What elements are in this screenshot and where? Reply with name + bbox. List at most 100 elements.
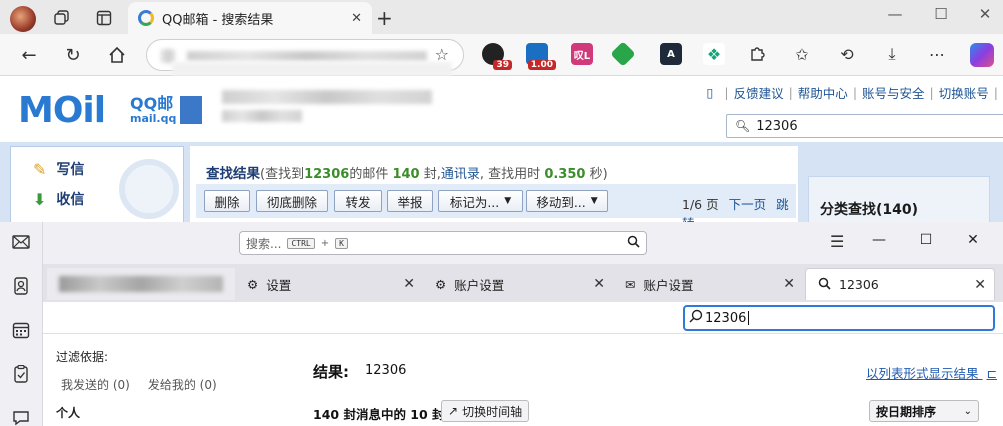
close-window-icon[interactable]: ✕ [974, 5, 996, 23]
result-text: , 查找用时 [479, 167, 541, 182]
close-window-icon[interactable]: ✕ [964, 232, 982, 248]
compose-button[interactable]: ✎ 写信 [33, 159, 84, 179]
feedback-link[interactable]: 反馈建议 [734, 83, 784, 102]
tab-settings[interactable]: ⚙ 设置 ✕ [235, 268, 423, 300]
qqmail-toplinks: ▯ | 反馈建议 | 帮助中心 | 账号与安全 | 切换账号 | [706, 83, 998, 102]
calendar-icon[interactable] [11, 320, 31, 340]
extension-2-badge: 1.00 [527, 60, 556, 70]
help-center-link[interactable]: 帮助中心 [798, 83, 848, 102]
close-icon[interactable]: ✕ [974, 277, 986, 293]
extension-3-icon[interactable]: 叹L [571, 43, 593, 65]
search-icon [818, 277, 831, 293]
qqmail-logo[interactable]: MOil [18, 90, 106, 131]
account-settings-icon: ⚙︎ [435, 276, 447, 292]
tab-actions-icon[interactable] [94, 8, 114, 28]
report-button[interactable]: 举报 [387, 190, 433, 212]
qqmail-action-bar: 删除 彻底删除 转发 举报 标记为... ▼ 移动到... ▼ 1/6 页 下一… [196, 184, 796, 231]
delete-button[interactable]: 删除 [204, 190, 250, 212]
extension-1-icon[interactable]: 39 [482, 43, 512, 70]
copilot-icon[interactable] [970, 43, 994, 67]
kbd-plus: + [320, 237, 330, 249]
tab-account-settings-label: 账户设置 [454, 277, 505, 293]
search-results-panel: 结果: 12306 以列表形式显示结果 ⊏ 140 封消息中的 10 封 ↗ 切… [293, 334, 1003, 426]
back-icon[interactable]: ← [17, 43, 41, 67]
minimize-icon[interactable]: — [870, 232, 888, 248]
site-info-icon[interactable] [161, 49, 175, 63]
tab-account-settings-2[interactable]: ✉ 账户设置 ✕ [613, 268, 803, 300]
move-to-dropdown[interactable]: 移动到... ▼ [526, 190, 608, 212]
home-icon[interactable] [105, 43, 129, 67]
qqmail-sidebar: ✎ 写信 ⬇ 收信 [10, 146, 184, 226]
more-options-icon[interactable]: ⋯ [926, 43, 948, 65]
refresh-icon[interactable]: ↻ [61, 43, 85, 67]
account-security-link[interactable]: 账号与安全 [862, 83, 925, 102]
thunderbird-tabbar: ⚙ 设置 ✕ ⚙︎ 账户设置 ✕ ✉ 账户设置 ✕ 12306 ✕ [43, 264, 1003, 302]
extensions-puzzle-icon[interactable] [746, 43, 768, 65]
inbox-label: 收信 [56, 192, 85, 208]
mark-as-label: 标记为... [449, 194, 500, 210]
mark-as-dropdown[interactable]: 标记为... ▼ [438, 190, 523, 212]
inbox-button[interactable]: ⬇ 收信 [33, 189, 84, 209]
mail-space-icon[interactable] [11, 232, 31, 252]
collections-icon[interactable] [52, 8, 72, 28]
filter-sent-by-me[interactable]: 我发送的 (0) [61, 376, 130, 393]
toggle-timeline-label: 切换时间轴 [462, 404, 523, 419]
result-text: 的邮件 [349, 167, 389, 182]
chat-icon[interactable] [11, 408, 31, 426]
filter-panel: 过滤依据: 我发送的 (0) 发给我的 (0) 个人 [43, 334, 293, 426]
purge-button[interactable]: 彻底删除 [256, 190, 328, 212]
tab-search-results[interactable]: 12306 ✕ [805, 268, 995, 300]
maximize-icon[interactable]: ☐ [930, 5, 952, 23]
filter-sent-to-me[interactable]: 发给我的 (0) [148, 376, 217, 393]
show-as-list-link[interactable]: 以列表形式显示结果 ⊏ [866, 363, 997, 382]
message-count: 140 封消息中的 10 封 [313, 407, 445, 422]
extension-4-icon[interactable] [610, 41, 636, 67]
close-icon[interactable]: ✕ [403, 276, 415, 292]
next-page-link[interactable]: 下一页 [729, 197, 767, 212]
browser-tab-qqmail[interactable]: QQ邮箱 - 搜索结果 ✕ [128, 2, 372, 34]
find-bar: 12306 [43, 302, 1003, 334]
minimize-icon[interactable]: — [884, 5, 906, 23]
qqmail-content: 查找结果(查找到12306的邮件 140 封,通讯录, 查找用时 0.350 秒… [190, 146, 798, 231]
contacts-link[interactable]: 通讯录 [441, 167, 480, 182]
tasks-icon[interactable] [11, 364, 31, 384]
close-icon[interactable]: ✕ [783, 276, 795, 292]
thunderbird-window: 搜索... CTRL + K ☰ — ☐ ✕ ⚙ 设置 ✕ ⚙︎ 账户设置 ✕ [0, 222, 1003, 426]
kbd-ctrl: CTRL [287, 237, 315, 249]
qqmail-search-value: 12306 [756, 118, 798, 134]
move-to-label: 移动到... [536, 194, 586, 210]
url-text-blurred [187, 51, 427, 61]
account-address-blurred [222, 90, 432, 104]
spaces-toolbar [0, 222, 43, 426]
extension-5-icon[interactable]: A [660, 43, 682, 65]
find-input[interactable]: 12306 [683, 305, 995, 331]
global-search-input[interactable]: 搜索... CTRL + K [239, 231, 647, 255]
tab-account-settings-1[interactable]: ⚙︎ 账户设置 ✕ [423, 268, 613, 300]
qqmail-search-input[interactable]: 🔍︎ 12306 [726, 114, 1003, 138]
close-icon[interactable]: ✕ [593, 276, 605, 292]
category-search-title: 分类查找(140) [820, 202, 919, 218]
favorites-icon[interactable]: ✩ [791, 43, 813, 65]
extension-6-icon[interactable]: ❖ [703, 43, 725, 65]
category-search-panel: 分类查找(140) [808, 176, 990, 226]
profile-avatar[interactable] [10, 6, 36, 32]
phone-icon[interactable]: ▯ [706, 85, 713, 100]
app-menu-icon[interactable]: ☰ [830, 232, 844, 251]
switch-account-link[interactable]: 切换账号 [939, 83, 989, 102]
maximize-icon[interactable]: ☐ [917, 232, 935, 248]
address-book-icon[interactable] [11, 276, 31, 296]
chevron-down-icon: ⌄ [963, 405, 972, 417]
search-icon[interactable] [627, 235, 640, 251]
forward-button[interactable]: 转发 [334, 190, 382, 212]
qqmail-page: MOil QQ邮 mail.qq ▯ | 反馈建议 | 帮助中心 | 账号与安全… [0, 76, 1003, 231]
toggle-timeline-button[interactable]: ↗ 切换时间轴 [441, 400, 530, 422]
close-icon[interactable]: ✕ [351, 11, 362, 26]
compose-label: 写信 [56, 162, 85, 178]
extension-2-icon[interactable]: 1.00 [526, 43, 556, 70]
tab-account-blurred[interactable] [47, 268, 235, 300]
search-result-summary: 查找结果(查找到12306的邮件 140 封,通讯录, 查找用时 0.350 秒… [206, 162, 608, 182]
downloads-icon[interactable]: ⤓ [881, 43, 903, 65]
history-icon[interactable]: ⟲ [836, 43, 858, 65]
new-tab-button[interactable]: + [376, 6, 393, 30]
sort-select[interactable]: 按日期排序 ⌄ [869, 400, 979, 422]
